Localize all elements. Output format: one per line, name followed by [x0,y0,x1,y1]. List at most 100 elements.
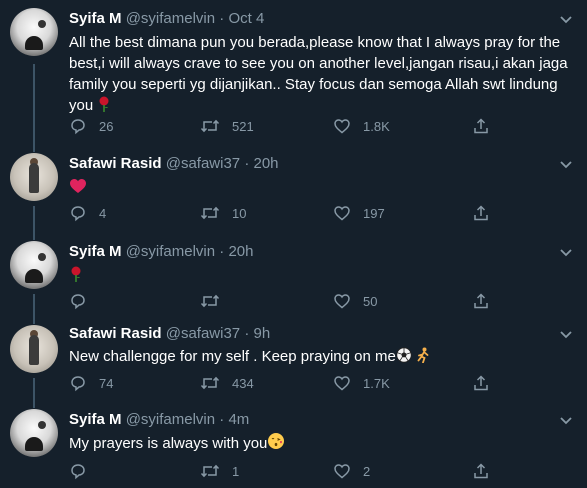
tweet-actions: 74 434 1.7K [69,373,499,393]
user-handle[interactable]: @syifamelvin [126,411,215,428]
rose-emoji [97,96,111,118]
tweet-actions: 4 10 197 [69,203,499,223]
like-count: 1.8K [363,118,390,134]
heart-icon [333,374,351,392]
like-count: 50 [363,293,378,309]
share-button[interactable] [472,461,490,481]
reply-count: 4 [99,205,107,221]
tweet-text: New challengge for my self . Keep prayin… [69,346,574,369]
share-icon [472,117,490,135]
retweet-count: 521 [232,118,254,134]
chevron-down-icon[interactable] [559,12,573,26]
retweet-button[interactable]: 10 [200,203,246,223]
retweet-count: 434 [232,375,254,391]
avatar[interactable] [10,409,58,457]
chevron-down-icon[interactable] [559,245,573,259]
reply-button[interactable] [69,291,99,311]
retweet-button[interactable]: 521 [200,116,254,136]
display-name[interactable]: Safawi Rasid [69,155,162,172]
separator-dot: · [219,10,225,27]
retweet-count: 10 [232,205,247,221]
share-icon [472,204,490,222]
tweet-actions: 1 2 [69,461,499,481]
timestamp[interactable]: 20h [254,155,279,172]
retweet-icon [200,462,220,480]
like-button[interactable]: 1.8K [333,116,390,136]
retweet-button[interactable]: 1 [200,461,239,481]
tweet-text-content: New challengge for my self . Keep prayin… [69,348,396,365]
reply-icon [69,374,87,392]
like-button[interactable]: 1.7K [333,373,390,393]
chevron-down-icon[interactable] [559,413,573,427]
avatar[interactable] [10,153,58,201]
tweet-actions: 50 [69,291,499,311]
tweet-actions: 26 521 1.8K [69,116,499,136]
like-button[interactable]: 197 [333,203,385,223]
tweet-text: All the best dimana pun you berada,pleas… [69,32,574,118]
reply-button[interactable]: 4 [69,203,106,223]
tweet[interactable]: Safawi Rasid @safawi37 · 9h New challeng… [0,317,587,401]
share-icon [472,292,490,310]
avatar[interactable] [10,241,58,289]
like-count: 1.7K [363,375,390,391]
tweet-text [69,265,574,288]
avatar[interactable] [10,8,58,56]
retweet-icon [200,374,220,392]
tweet-text-content: All the best dimana pun you berada,pleas… [69,34,568,114]
tweet-header: Safawi Rasid @safawi37 · 20h [69,155,279,172]
separator-dot: · [244,325,250,342]
like-count: 197 [363,205,385,221]
tweet-header: Syifa M @syifamelvin · Oct 4 [69,10,264,27]
user-handle[interactable]: @safawi37 [166,155,240,172]
tweet[interactable]: Safawi Rasid @safawi37 · 20h 4 10 197 [0,145,587,233]
reply-button[interactable]: 26 [69,116,113,136]
heart-icon [333,292,351,310]
chevron-down-icon[interactable] [559,327,573,341]
reply-count: 74 [99,375,114,391]
share-button[interactable] [472,291,490,311]
tweet-header: Syifa M @syifamelvin · 4m [69,411,249,428]
reply-button[interactable]: 74 [69,373,113,393]
separator-dot: · [219,411,225,428]
user-handle[interactable]: @safawi37 [166,325,240,342]
tweet[interactable]: Syifa M @syifamelvin · 4m My prayers is … [0,401,587,488]
chevron-down-icon[interactable] [559,157,573,171]
retweet-icon [200,117,220,135]
retweet-button[interactable] [200,291,232,311]
heart-icon [333,204,351,222]
user-handle[interactable]: @syifamelvin [126,10,215,27]
timestamp[interactable]: 20h [228,243,253,260]
heart-icon [333,117,351,135]
display-name[interactable]: Syifa M [69,411,122,428]
reply-icon [69,292,87,310]
like-button[interactable]: 50 [333,291,377,311]
reply-button[interactable] [69,461,99,481]
person-running-emoji [416,347,430,369]
like-button[interactable]: 2 [333,461,370,481]
red-heart-emoji [69,178,87,200]
display-name[interactable]: Syifa M [69,243,122,260]
timestamp[interactable]: 9h [254,325,271,342]
timestamp[interactable]: Oct 4 [228,10,264,27]
reply-count: 26 [99,118,114,134]
rose-emoji [69,266,83,288]
kissing-face-emoji [267,432,285,456]
separator-dot: · [244,155,250,172]
display-name[interactable]: Syifa M [69,10,122,27]
share-button[interactable] [472,373,490,393]
tweet-header: Syifa M @syifamelvin · 20h [69,243,253,260]
reply-icon [69,117,87,135]
share-button[interactable] [472,116,490,136]
retweet-icon [200,204,220,222]
user-handle[interactable]: @syifamelvin [126,243,215,260]
timestamp[interactable]: 4m [228,411,249,428]
soccer-ball-emoji [396,347,412,369]
avatar[interactable] [10,325,58,373]
share-button[interactable] [472,203,490,223]
reply-icon [69,204,87,222]
display-name[interactable]: Safawi Rasid [69,325,162,342]
tweet[interactable]: Syifa M @syifamelvin · Oct 4 All the bes… [0,0,587,145]
tweet[interactable]: Syifa M @syifamelvin · 20h 50 [0,233,587,317]
retweet-button[interactable]: 434 [200,373,254,393]
tweet-header: Safawi Rasid @safawi37 · 9h [69,325,270,342]
